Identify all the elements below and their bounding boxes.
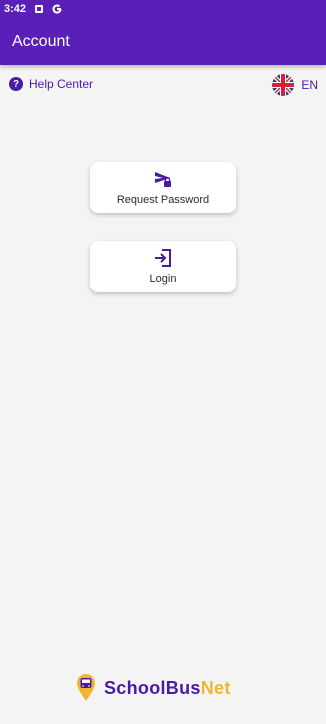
sim-icon bbox=[34, 4, 44, 14]
brand-name: SchoolBusNet bbox=[104, 678, 231, 699]
help-icon: ? bbox=[9, 77, 23, 91]
app-bar: Account bbox=[0, 18, 326, 65]
request-password-button[interactable]: Request Password bbox=[90, 162, 236, 213]
brand-name-accent: Net bbox=[200, 677, 231, 698]
brand-footer: SchoolBusNet bbox=[76, 674, 231, 702]
request-password-label: Request Password bbox=[116, 194, 210, 206]
school-bus-pin-logo-icon bbox=[77, 674, 95, 701]
status-time: 3:42 bbox=[4, 3, 27, 15]
brand-name-primary: SchoolBus bbox=[104, 677, 201, 698]
login-button[interactable]: Login bbox=[90, 241, 236, 292]
language-switcher[interactable]: EN bbox=[272, 74, 318, 96]
uk-flag-icon bbox=[272, 74, 295, 96]
google-icon bbox=[52, 4, 62, 14]
help-center-label: Help Center bbox=[29, 77, 94, 91]
send-lock-icon bbox=[155, 172, 171, 187]
login-icon bbox=[155, 249, 171, 267]
page-title: Account bbox=[12, 32, 70, 50]
login-label: Login bbox=[149, 273, 177, 285]
help-center-link[interactable]: ? Help Center bbox=[9, 77, 93, 91]
language-label: EN bbox=[301, 78, 318, 92]
status-bar: 3:42 bbox=[0, 0, 326, 18]
